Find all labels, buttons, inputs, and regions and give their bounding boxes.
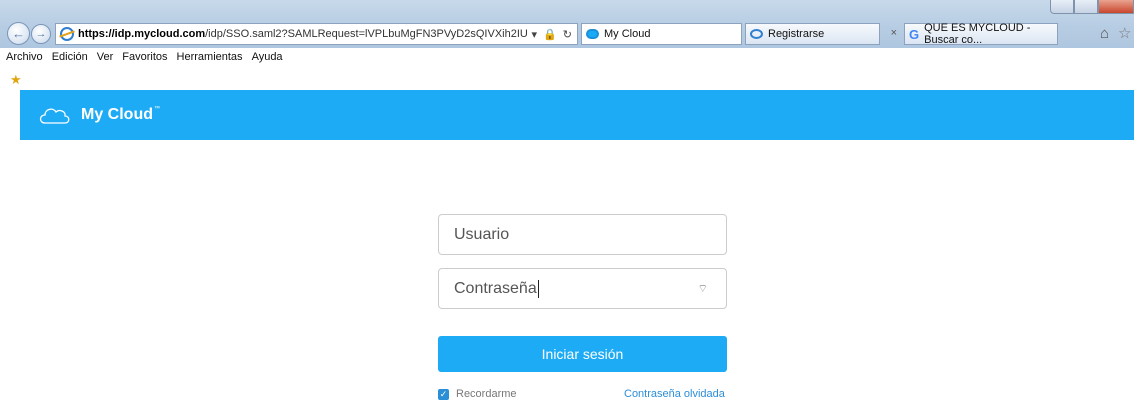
password-field[interactable]: Contraseña ⌔ xyxy=(438,268,727,309)
trademark-mark: ™ xyxy=(154,106,160,112)
refresh-icon[interactable]: ↻ xyxy=(563,28,572,41)
menu-bar: Archivo Edición Ver Favoritos Herramient… xyxy=(0,48,1134,66)
tab-my-cloud[interactable]: My Cloud xyxy=(581,23,742,45)
cloud-icon xyxy=(586,29,599,39)
back-arrow-icon: ← xyxy=(12,26,25,41)
menu-favoritos[interactable]: Favoritos xyxy=(122,51,167,63)
url-text[interactable]: https://idp.mycloud.com/idp/SSO.saml2?SA… xyxy=(78,28,527,40)
password-text: Contraseña xyxy=(454,279,537,297)
username-field[interactable]: Usuario xyxy=(438,214,727,255)
login-button[interactable]: Iniciar sesión xyxy=(438,336,727,372)
dropdown-arrow-icon[interactable]: ▾ xyxy=(532,28,538,41)
url-domain: https://idp.mycloud.com xyxy=(78,28,206,40)
brand-text: My Cloud xyxy=(81,106,153,123)
url-path: /idp/SSO.saml2?SAMLRequest=lVPLbuMgFN3PV… xyxy=(205,28,527,40)
back-button[interactable]: ← xyxy=(7,22,30,45)
lock-icon[interactable]: 🔒 xyxy=(543,28,557,41)
remember-me[interactable]: ✓ Recordarme xyxy=(438,388,517,400)
close-tab-icon[interactable]: × xyxy=(891,27,897,39)
google-icon: G xyxy=(909,26,920,42)
close-window-button[interactable] xyxy=(1098,0,1134,14)
remember-checkbox[interactable]: ✓ xyxy=(438,388,449,400)
text-caret xyxy=(537,279,539,298)
username-placeholder: Usuario xyxy=(454,225,510,243)
site-header: My Cloud™ xyxy=(20,90,1134,140)
menu-ayuda[interactable]: Ayuda xyxy=(252,51,283,63)
menu-edicion[interactable]: Edición xyxy=(52,51,88,63)
cloud-logo-icon xyxy=(39,108,70,124)
brand-name: My Cloud™ xyxy=(81,106,160,124)
address-bar[interactable]: https://idp.mycloud.com/idp/SSO.saml2?SA… xyxy=(55,23,578,45)
forward-button[interactable]: → xyxy=(31,24,51,44)
ie-page-icon xyxy=(60,27,74,41)
forward-arrow-icon: → xyxy=(35,28,47,40)
remember-label: Recordarme xyxy=(456,388,517,400)
tab-registrarse[interactable]: Registrarse × xyxy=(745,23,897,45)
minimize-button[interactable] xyxy=(1050,0,1074,14)
favorites-bar xyxy=(0,66,1134,90)
ie-icon xyxy=(750,29,763,39)
favorites-star-icon[interactable]: ☆ xyxy=(1118,24,1131,42)
add-favorite-icon[interactable]: ★ xyxy=(10,72,22,88)
forgot-password-link[interactable]: Contraseña olvidada xyxy=(624,388,725,400)
maximize-button[interactable] xyxy=(1074,0,1098,14)
home-icon[interactable]: ⌂ xyxy=(1100,25,1109,42)
show-password-icon[interactable]: ⌔ xyxy=(698,282,708,296)
menu-herramientas[interactable]: Herramientas xyxy=(177,51,243,63)
tab-label: QUE ES MYCLOUD - Buscar co... xyxy=(924,22,1031,46)
tab-label: Registrarse xyxy=(768,28,825,40)
menu-archivo[interactable]: Archivo xyxy=(6,51,43,63)
menu-ver[interactable]: Ver xyxy=(97,51,114,63)
tab-label: My Cloud xyxy=(604,28,651,40)
tab-google-search[interactable]: G QUE ES MYCLOUD - Buscar co... xyxy=(904,22,1058,46)
